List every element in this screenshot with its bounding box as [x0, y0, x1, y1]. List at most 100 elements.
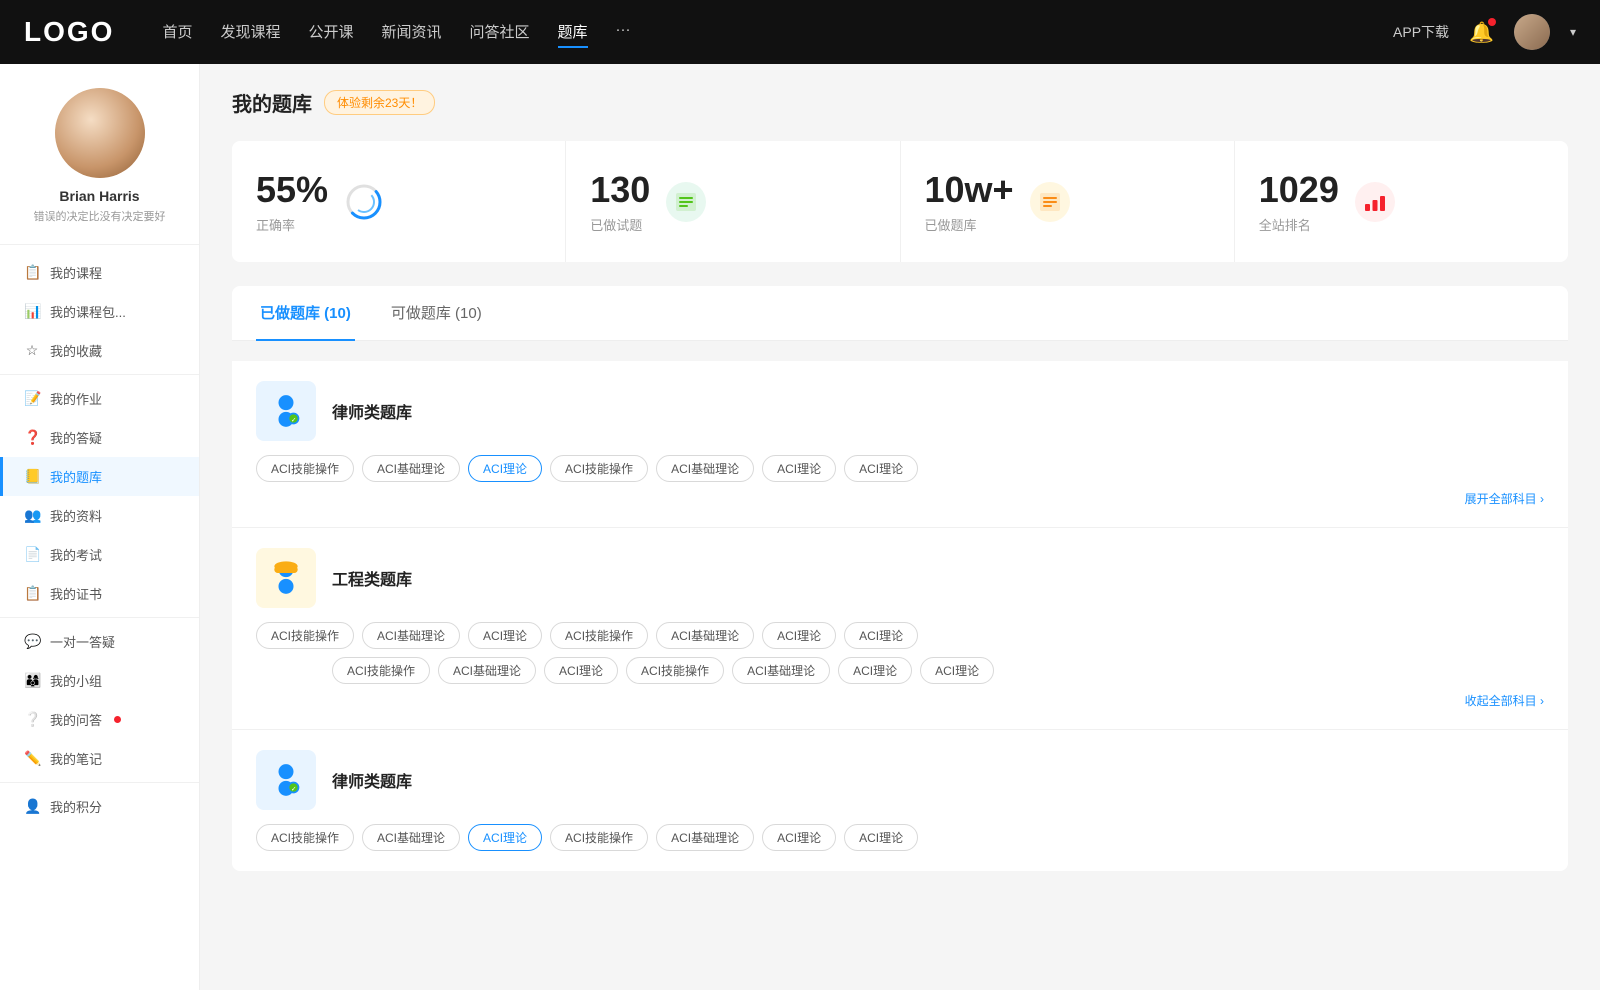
ranking-icon: [1355, 182, 1395, 222]
tag-item[interactable]: ACI技能操作: [332, 657, 430, 684]
nav-more[interactable]: ···: [616, 17, 631, 48]
stat-ranking-block: 1029 全站排名: [1259, 169, 1339, 234]
sidebar-item-label: 我的笔记: [50, 749, 102, 768]
sidebar-item-courses[interactable]: 📋 我的课程: [0, 253, 199, 292]
sidebar-motto: 错误的决定比没有决定要好: [24, 208, 176, 224]
tag-item[interactable]: ACI理论: [762, 622, 836, 649]
stat-done-questions-block: 130 已做试题: [590, 169, 650, 234]
nav-discover[interactable]: 发现课程: [220, 17, 280, 48]
qbank-card-header: 工程类题库: [256, 548, 1544, 608]
app-download-link[interactable]: APP下载: [1393, 22, 1449, 42]
tag-item[interactable]: ACI技能操作: [626, 657, 724, 684]
done-questions-icon: [666, 182, 706, 222]
nav-home[interactable]: 首页: [162, 17, 192, 48]
sidebar-item-label: 我的考试: [50, 545, 102, 564]
page-header: 我的题库 体验剩余23天！: [232, 88, 1568, 117]
sidebar-item-certificates[interactable]: 📋 我的证书: [0, 574, 199, 613]
avatar-dropdown-arrow[interactable]: ▾: [1570, 25, 1576, 39]
1on1-icon: 💬: [24, 633, 40, 650]
tag-item[interactable]: ACI理论: [844, 622, 918, 649]
sidebar-item-label: 我的积分: [50, 797, 102, 816]
tag-item[interactable]: ACI理论: [844, 824, 918, 851]
qbank-card-header: ✓ 律师类题库: [256, 381, 1544, 441]
qbank-list: ✓ 律师类题库 ACI技能操作 ACI基础理论 ACI理论 ACI技能操作 AC…: [232, 361, 1568, 871]
stat-done-banks-block: 10w+ 已做题库: [925, 169, 1014, 234]
sidebar-item-groups[interactable]: 👨‍👩‍👦 我的小组: [0, 661, 199, 700]
qbank-expand-link[interactable]: 展开全部科目 ›: [256, 490, 1544, 507]
page-title: 我的题库: [232, 88, 312, 117]
tag-item[interactable]: ACI技能操作: [550, 824, 648, 851]
avatar[interactable]: [1514, 14, 1550, 50]
nav-qa[interactable]: 问答社区: [470, 17, 530, 48]
stat-done-questions-value: 130: [590, 169, 650, 211]
tag-item[interactable]: ACI理论: [844, 455, 918, 482]
tag-item-active[interactable]: ACI理论: [468, 455, 542, 482]
sidebar-item-qa[interactable]: ❓ 我的答疑: [0, 418, 199, 457]
tag-item[interactable]: ACI基础理论: [362, 824, 460, 851]
notification-dot: [1488, 18, 1496, 26]
tag-item[interactable]: ACI理论: [838, 657, 912, 684]
tag-item[interactable]: ACI理论: [920, 657, 994, 684]
tag-item[interactable]: ACI基础理论: [656, 824, 754, 851]
page-layout: Brian Harris 错误的决定比没有决定要好 📋 我的课程 📊 我的课程包…: [0, 64, 1600, 990]
sidebar-item-label: 我的收藏: [50, 341, 102, 360]
tag-item[interactable]: ACI技能操作: [550, 455, 648, 482]
stat-ranking-value: 1029: [1259, 169, 1339, 211]
avatar-image: [55, 88, 145, 178]
tag-item[interactable]: ACI理论: [544, 657, 618, 684]
avatar-image: [1514, 14, 1550, 50]
sidebar-item-qbank[interactable]: 📒 我的题库: [0, 457, 199, 496]
sidebar-divider-2: [0, 617, 199, 618]
tag-item[interactable]: ACI技能操作: [256, 455, 354, 482]
stat-accuracy: 55% 正确率: [232, 141, 566, 262]
tag-item[interactable]: ACI基础理论: [732, 657, 830, 684]
tag-item-active[interactable]: ACI理论: [468, 824, 542, 851]
sidebar-item-course-package[interactable]: 📊 我的课程包...: [0, 292, 199, 331]
tag-item[interactable]: ACI基础理论: [438, 657, 536, 684]
tag-item[interactable]: ACI基础理论: [656, 622, 754, 649]
tag-item[interactable]: ACI基础理论: [362, 622, 460, 649]
nav-news[interactable]: 新闻资讯: [382, 17, 442, 48]
sidebar-item-my-qa[interactable]: ❔ 我的问答: [0, 700, 199, 739]
nav-qbank[interactable]: 题库: [558, 17, 588, 48]
qbank-card-lawyer: ✓ 律师类题库 ACI技能操作 ACI基础理论 ACI理论 ACI技能操作 AC…: [232, 361, 1568, 528]
qa-icon: ❓: [24, 429, 40, 446]
sidebar-item-points[interactable]: 👤 我的积分: [0, 787, 199, 826]
tag-item[interactable]: ACI理论: [762, 824, 836, 851]
sidebar-item-favorites[interactable]: ☆ 我的收藏: [0, 331, 199, 370]
nav-open-course[interactable]: 公开课: [308, 17, 353, 48]
tag-item[interactable]: ACI技能操作: [550, 622, 648, 649]
svg-text:✓: ✓: [291, 786, 297, 793]
stat-accuracy-block: 55% 正确率: [256, 169, 328, 234]
tab-available-banks[interactable]: 可做题库 (10): [387, 286, 486, 341]
tabs-and-content: 已做题库 (10) 可做题库 (10) ✓: [232, 286, 1568, 871]
sidebar-item-notes[interactable]: ✏️ 我的笔记: [0, 739, 199, 778]
tag-item[interactable]: ACI理论: [762, 455, 836, 482]
stat-done-banks: 10w+ 已做题库: [901, 141, 1235, 262]
svg-text:✓: ✓: [291, 417, 297, 424]
qbank-title-text: 律师类题库: [332, 399, 412, 423]
notification-bell[interactable]: 🔔: [1469, 20, 1494, 45]
qa-notification-dot: [114, 716, 121, 723]
qbank-collapse-link[interactable]: 收起全部科目 ›: [256, 692, 1544, 709]
stat-done-banks-value: 10w+: [925, 169, 1014, 211]
sidebar-menu: 📋 我的课程 📊 我的课程包... ☆ 我的收藏 📝 我的作业 ❓ 我的答疑 �: [0, 253, 199, 826]
tag-item[interactable]: ACI基础理论: [656, 455, 754, 482]
qbank-title-text: 工程类题库: [332, 566, 412, 590]
sidebar-item-homework[interactable]: 📝 我的作业: [0, 379, 199, 418]
sidebar-item-label: 我的课程包...: [50, 302, 126, 321]
tabs-row: 已做题库 (10) 可做题库 (10): [232, 286, 1568, 341]
sidebar-item-materials[interactable]: 👥 我的资料: [0, 496, 199, 535]
tag-item[interactable]: ACI技能操作: [256, 824, 354, 851]
tag-item[interactable]: ACI基础理论: [362, 455, 460, 482]
tag-item[interactable]: ACI理论: [468, 622, 542, 649]
sidebar-divider-1: [0, 374, 199, 375]
course-package-icon: 📊: [24, 303, 40, 320]
tag-item[interactable]: ACI技能操作: [256, 622, 354, 649]
qbank-engineer-title: 工程类题库: [332, 566, 412, 590]
tab-done-banks[interactable]: 已做题库 (10): [256, 286, 355, 341]
notes-icon: ✏️: [24, 750, 40, 767]
my-qa-icon: ❔: [24, 711, 40, 728]
sidebar-item-exams[interactable]: 📄 我的考试: [0, 535, 199, 574]
sidebar-item-1on1[interactable]: 💬 一对一答疑: [0, 622, 199, 661]
